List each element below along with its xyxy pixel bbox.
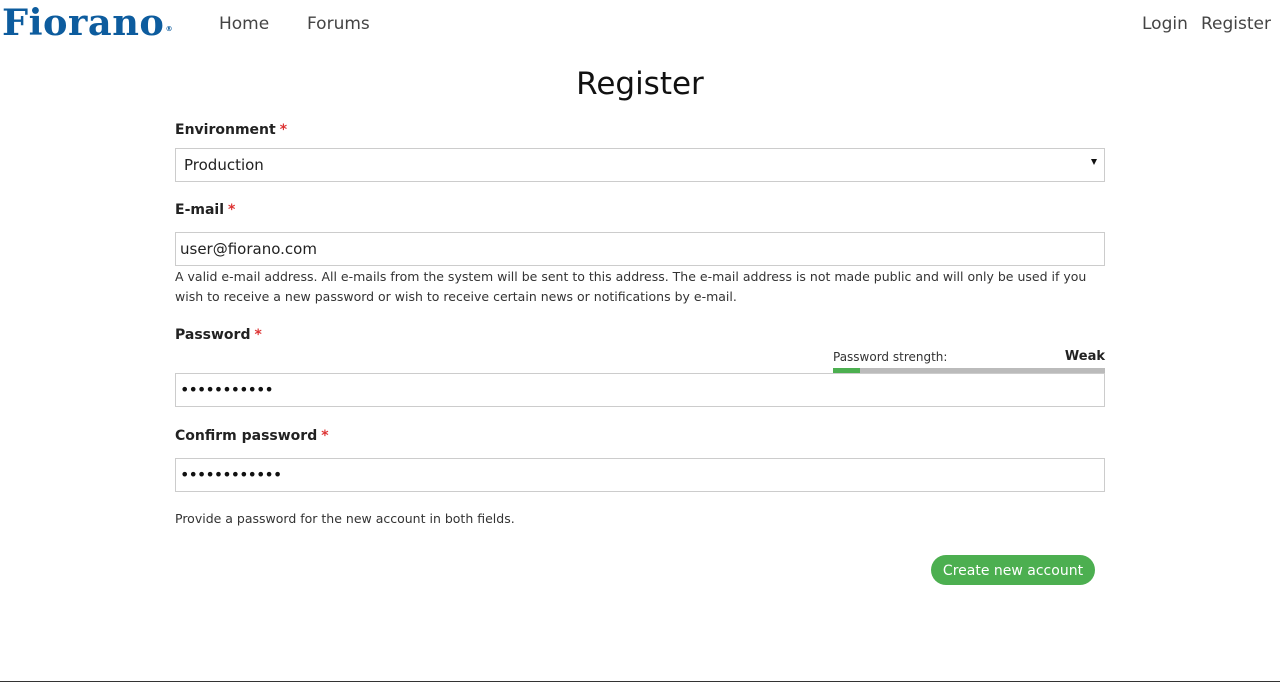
environment-label: Environment *	[175, 121, 287, 139]
logo-registered-mark: ®	[165, 25, 174, 33]
nav-forums-link[interactable]: Forums	[307, 13, 370, 35]
footer-divider	[0, 681, 1280, 682]
nav-login-link[interactable]: Login	[1142, 13, 1188, 35]
dropdown-arrow-icon	[1091, 159, 1097, 165]
email-value: user@fiorano.com	[180, 240, 317, 258]
password-field[interactable]: •••••••••••	[175, 373, 1105, 407]
password-label: Password *	[175, 326, 262, 344]
required-marker: *	[228, 202, 236, 218]
password-masked-value: •••••••••••	[180, 380, 274, 399]
environment-label-text: Environment	[175, 122, 276, 138]
fiorano-logo[interactable]: Fiorano®	[2, 3, 173, 43]
password-strength-value: Weak	[1064, 349, 1105, 364]
required-marker: *	[321, 428, 329, 444]
nav-register-link[interactable]: Register	[1201, 13, 1271, 35]
email-help-text: A valid e-mail address. All e-mails from…	[175, 269, 1087, 304]
confirm-password-masked-value: ••••••••••••	[180, 465, 282, 484]
environment-select[interactable]: Production	[175, 148, 1105, 182]
confirm-password-label-text: Confirm password	[175, 428, 318, 444]
create-account-button[interactable]: Create new account	[931, 555, 1095, 585]
environment-selected-value: Production	[184, 156, 264, 174]
required-marker: *	[279, 122, 288, 138]
email-label: E-mail *	[175, 201, 235, 219]
confirm-password-label: Confirm password *	[175, 427, 329, 445]
email-label-text: E-mail	[175, 202, 225, 218]
email-field[interactable]: user@fiorano.com	[175, 232, 1105, 266]
logo-text: Fiorano	[2, 2, 165, 44]
nav-home-link[interactable]: Home	[219, 13, 269, 35]
required-marker: *	[254, 327, 262, 343]
password-label-text: Password	[175, 327, 251, 343]
confirm-password-field[interactable]: ••••••••••••	[175, 458, 1105, 492]
password-strength-label: Password strength:	[833, 350, 948, 364]
top-navigation-bar: Fiorano® Home Forums Login Register	[0, 0, 1280, 50]
password-help-text: Provide a password for the new account i…	[175, 511, 515, 526]
page-title: Register	[576, 66, 704, 102]
